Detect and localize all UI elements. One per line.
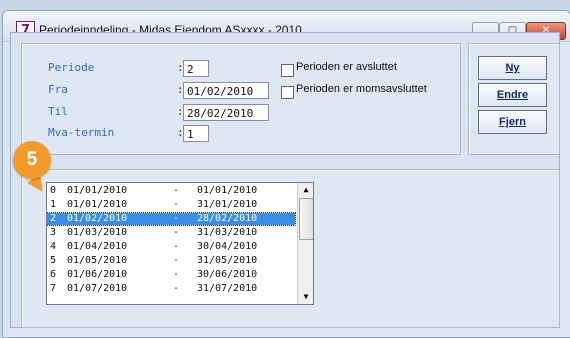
periode-label: Periode <box>48 61 95 74</box>
scroll-thumb[interactable] <box>299 198 313 240</box>
mva-termin-label: Mva-termin <box>48 126 115 139</box>
list-item-selected[interactable]: 2 01/02/2010-28/02/2010 <box>47 212 296 226</box>
periode-field[interactable]: 2 <box>183 60 209 77</box>
ny-button[interactable]: Ny <box>478 56 547 80</box>
list-item[interactable]: 0 01/01/2010-01/01/2010 <box>47 185 295 197</box>
momsavsluttet-checkbox-label: Perioden er momsavsluttet <box>296 83 427 95</box>
momsavsluttet-checkbox[interactable] <box>281 86 294 99</box>
list-item[interactable]: 3 01/03/2010-31/03/2010 <box>47 227 295 239</box>
avsluttet-checkbox[interactable] <box>281 64 294 77</box>
list-item[interactable]: 5 01/05/2010-31/05/2010 <box>47 255 295 267</box>
til-label: Til <box>48 105 68 118</box>
endre-button[interactable]: Endre <box>478 83 547 107</box>
til-field[interactable]: 28/02/2010 <box>183 104 269 121</box>
list-item[interactable]: 6 01/06/2010-30/06/2010 <box>47 269 295 281</box>
list-scrollbar[interactable]: ▲ ▼ <box>297 183 313 304</box>
fra-label: Fra <box>48 83 68 96</box>
step-badge: 5 <box>13 141 51 179</box>
avsluttet-checkbox-label: Perioden er avsluttet <box>296 61 397 73</box>
list-item[interactable]: 7 01/07/2010-31/07/2010 <box>47 283 295 295</box>
scroll-up-arrow-icon[interactable]: ▲ <box>298 183 313 197</box>
list-item[interactable]: 4 01/04/2010-30/04/2010 <box>47 241 295 253</box>
fra-field[interactable]: 01/02/2010 <box>183 82 269 99</box>
fjern-button[interactable]: Fjern <box>478 110 547 134</box>
period-list[interactable]: 0 01/01/2010-01/01/2010 1 01/01/2010-31/01… <box>46 182 314 305</box>
scroll-down-arrow-icon[interactable]: ▼ <box>298 290 313 304</box>
list-item[interactable]: 1 01/01/2010-31/01/2010 <box>47 199 295 211</box>
mva-termin-field[interactable]: 1 <box>183 125 209 142</box>
